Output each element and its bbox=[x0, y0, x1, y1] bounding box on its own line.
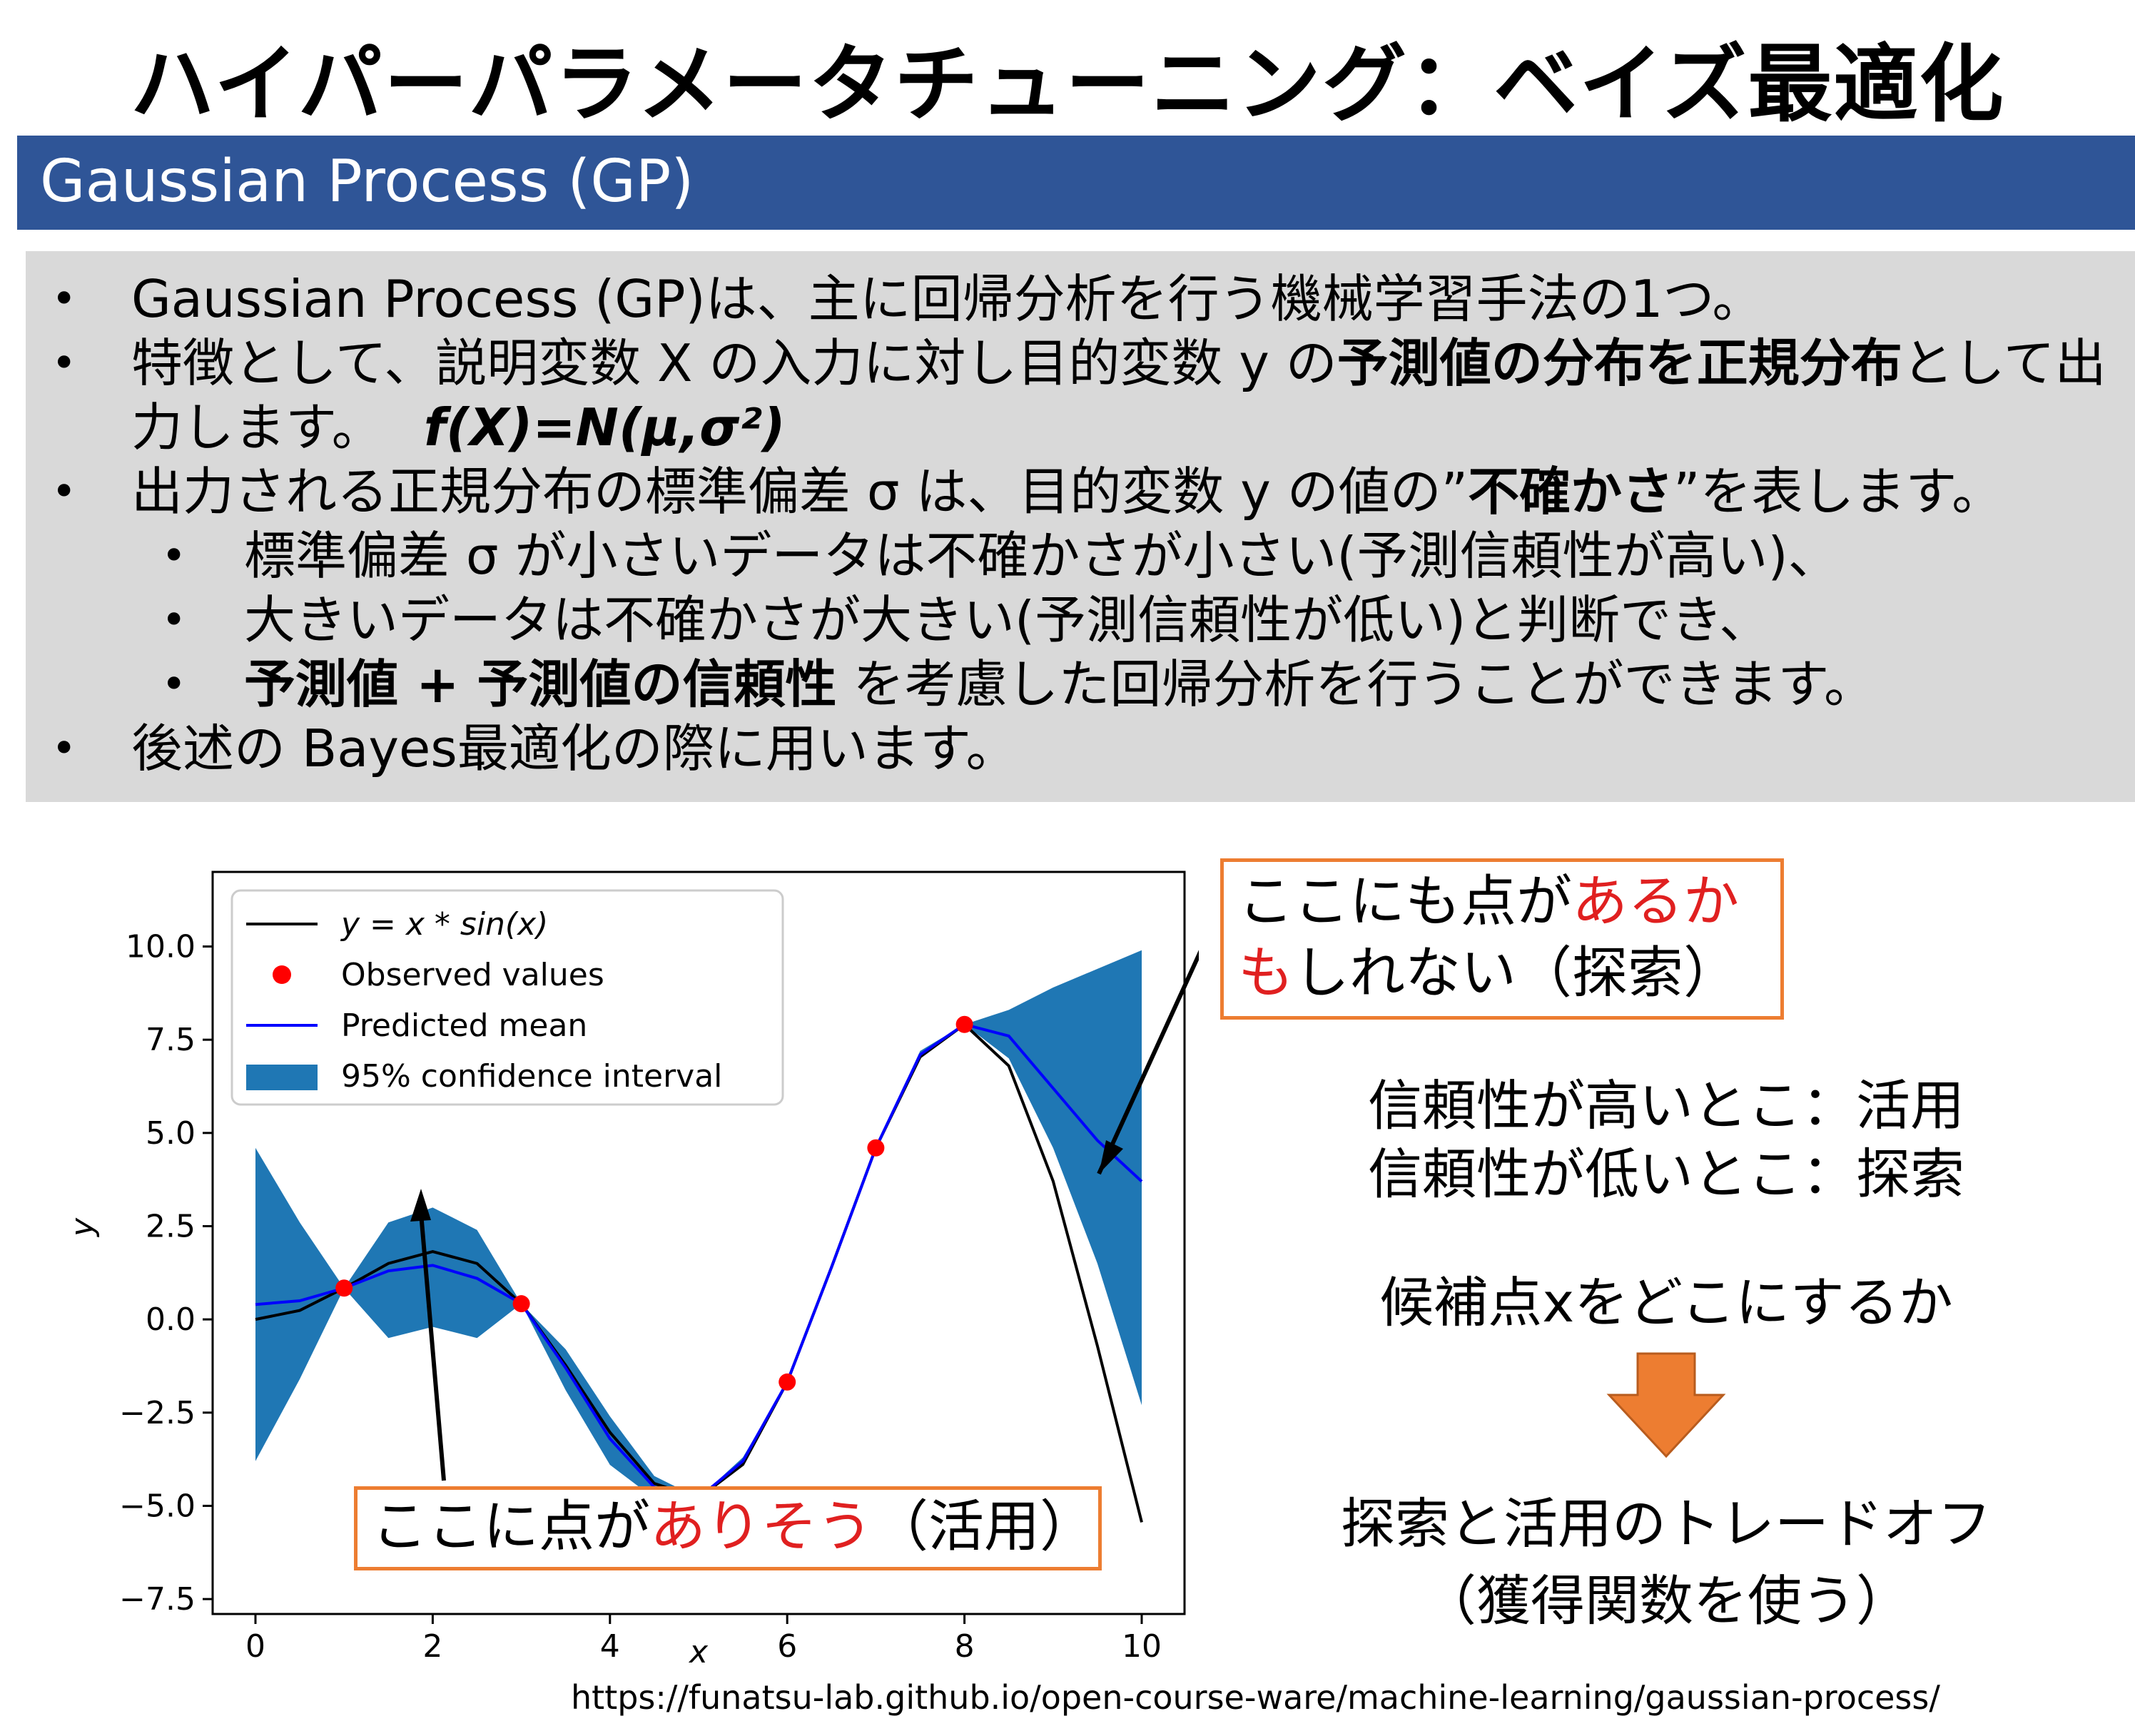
sub-bullet-3: 予測値 + 予測値の信頼性 を考慮した回帰分析を行うことができます。 bbox=[244, 652, 1875, 716]
exploit-text-2: （活用） bbox=[873, 1495, 1096, 1559]
explore-highlight-2: も bbox=[1238, 941, 1294, 1005]
source-url: https://funatsu-lab.github.io/open-cours… bbox=[571, 1678, 1940, 1717]
bullet-box: • Gaussian Process (GP)は、主に回帰分析を行う機械学習手法… bbox=[26, 251, 2135, 802]
chart-legend: y = x * sin(x) Observed values Predicted… bbox=[230, 889, 784, 1106]
x-tick-label: 0 bbox=[245, 1628, 265, 1665]
bullet-dot: • bbox=[51, 467, 77, 517]
legend-label-true: y = x * sin(x) bbox=[340, 906, 548, 943]
exploit-callout-text: ここに点がありそう（活用） bbox=[372, 1491, 1095, 1563]
sub-bullet-2: 大きいデータは不確かさが大きい(予測信頼性が低い)と判断でき、 bbox=[244, 590, 1771, 650]
observed-point bbox=[867, 1139, 885, 1157]
bullet-4: 後述の Bayes最適化の際に用います。 bbox=[131, 719, 1018, 778]
down-arrow-shape bbox=[1606, 1352, 1726, 1458]
exploit-highlight: ありそう bbox=[650, 1495, 873, 1559]
section-title: Gaussian Process (GP) bbox=[40, 148, 694, 215]
bullet-2-bold: 予測値の分布を正規分布 bbox=[1337, 333, 1902, 393]
observed-point bbox=[335, 1279, 353, 1297]
y-tick-label: −2.5 bbox=[119, 1395, 196, 1431]
y-axis-label: y bbox=[64, 1217, 101, 1238]
sub-bullet-1: 標準偏差 σ が小さいデータは不確かさが小さい(予測信頼性が高い)、 bbox=[244, 526, 1840, 586]
x-tick-label: 8 bbox=[955, 1628, 975, 1665]
x-tick-label: 4 bbox=[600, 1628, 620, 1665]
legend-marker-observed bbox=[273, 965, 291, 984]
bullet-3: 出力される正規分布の標準偏差 σ は、目的変数 y の値の”不確かさ”を表します… bbox=[131, 460, 2003, 524]
y-tick-label: 7.5 bbox=[146, 1022, 196, 1058]
y-tick-label: 0.0 bbox=[146, 1301, 196, 1338]
explore-highlight: あるか bbox=[1572, 870, 1740, 934]
bullet-3-text: 出力される正規分布の標準偏差 σ は、目的変数 y の値の” bbox=[131, 462, 1469, 522]
explore-callout: ここにも点があるか もしれない（探索） bbox=[1220, 858, 1784, 1020]
bullet-1: Gaussian Process (GP)は、主に回帰分析を行う機械学習手法の1… bbox=[131, 269, 1764, 329]
observed-point bbox=[779, 1373, 796, 1391]
bullet-3-bold: 不確かさ bbox=[1468, 462, 1674, 522]
y-tick-label: 2.5 bbox=[146, 1208, 196, 1244]
x-tick-label: 10 bbox=[1122, 1628, 1162, 1665]
legend-label-observed: Observed values bbox=[341, 957, 604, 993]
exploit-callout: ここに点がありそう（活用） bbox=[354, 1486, 1102, 1570]
explore-text-2: しれない（探索） bbox=[1294, 941, 1740, 1005]
candidate-question: 候補点xをどこにするか bbox=[1379, 1271, 1953, 1334]
bullet-2-tail: として出 bbox=[1902, 333, 2106, 393]
observed-point bbox=[955, 1015, 973, 1033]
bullet-2-text: 特徴として、説明変数 X の入力に対し目的変数 y の bbox=[131, 333, 1337, 393]
x-axis-label: x bbox=[688, 1634, 709, 1670]
bullet-3-tail: ”を表します。 bbox=[1673, 462, 2004, 522]
y-tick-label: −5.0 bbox=[119, 1488, 196, 1524]
observed-point bbox=[512, 1295, 530, 1313]
y-tick-label: 10.0 bbox=[126, 929, 196, 965]
explore-text: ここにも点が bbox=[1238, 870, 1573, 934]
side-explore-line: 信頼性が低いとこ：探索 bbox=[1368, 1142, 1964, 1206]
legend-label-mean: Predicted mean bbox=[341, 1007, 587, 1044]
tradeoff-text: 探索と活用のトレードオフ bbox=[1341, 1492, 1992, 1555]
down-arrow-icon bbox=[1606, 1352, 1726, 1458]
bullet-dot: • bbox=[51, 338, 77, 388]
legend-label-ci: 95% confidence interval bbox=[341, 1058, 722, 1095]
side-exploit-line: 信頼性が高いとこ：活用 bbox=[1368, 1074, 1964, 1137]
x-tick-label: 6 bbox=[777, 1628, 797, 1665]
gp-formula: f(X)=N(μ,σ²) bbox=[423, 397, 786, 457]
y-tick-label: 5.0 bbox=[146, 1115, 196, 1152]
bullet-2-line2: 力します。 f(X)=N(μ,σ²) bbox=[131, 395, 786, 460]
x-tick-label: 2 bbox=[422, 1628, 442, 1665]
page-title: ハイパーパラメータチューニング：ベイズ最適化 bbox=[130, 35, 2005, 133]
explore-callout-line1: ここにも点があるか bbox=[1238, 866, 1739, 938]
exploit-text: ここに点が bbox=[372, 1495, 651, 1559]
bullet-dot: • bbox=[51, 724, 77, 773]
y-tick-label: −7.5 bbox=[119, 1581, 196, 1618]
bullet-2: 特徴として、説明変数 X の入力に対し目的変数 y の予測値の分布を正規分布とし… bbox=[131, 331, 2106, 395]
legend-swatch-ci bbox=[246, 1065, 318, 1090]
explore-callout-line2: もしれない（探索） bbox=[1238, 938, 1739, 1009]
sub-bullet-dot: • bbox=[161, 595, 187, 645]
sub-bullet-3-text: を考慮した回帰分析を行うことができます。 bbox=[836, 654, 1876, 714]
bullet-dot: • bbox=[51, 274, 77, 324]
sub-bullet-3-bold: 予測値 + 予測値の信頼性 bbox=[244, 654, 837, 714]
sub-bullet-dot: • bbox=[161, 659, 187, 709]
acquisition-function-text: （獲得関数を使う） bbox=[1422, 1569, 1910, 1633]
sub-bullet-dot: • bbox=[161, 531, 187, 581]
bullet-2-line2-text: 力します。 bbox=[131, 397, 383, 457]
